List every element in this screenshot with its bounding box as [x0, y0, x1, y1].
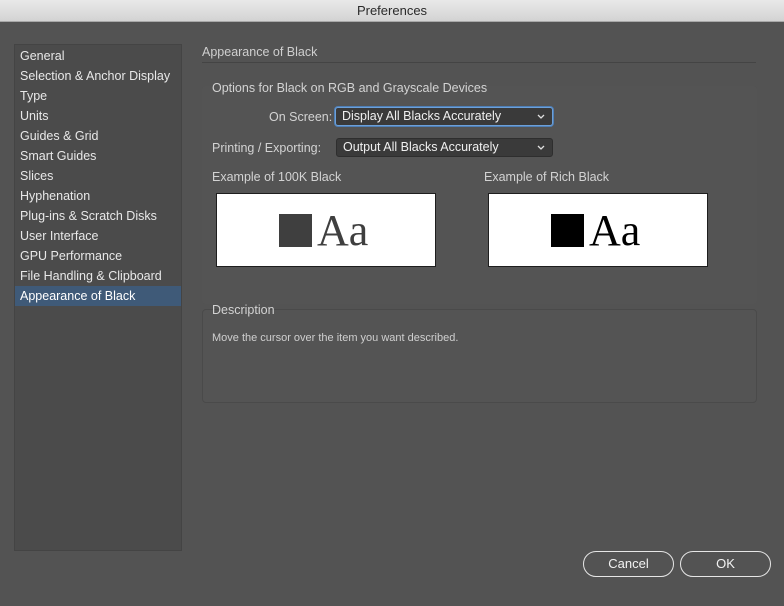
sidebar-item-slices[interactable]: Slices: [15, 166, 181, 186]
description-text: Move the cursor over the item you want d…: [212, 332, 459, 344]
sidebar-item-hyphenation[interactable]: Hyphenation: [15, 186, 181, 206]
black-100k-sample-text: Aa: [317, 206, 369, 255]
sidebar-item-gpu-performance[interactable]: GPU Performance: [15, 246, 181, 266]
sidebar-item-smart-guides[interactable]: Smart Guides: [15, 146, 181, 166]
black-100k-swatch: [279, 214, 312, 247]
sidebar: General Selection & Anchor Display Type …: [14, 44, 182, 551]
description-title: Description: [212, 303, 275, 317]
title-bar: Preferences: [0, 0, 784, 22]
printing-exporting-value: Output All Blacks Accurately: [343, 140, 499, 154]
rich-black-sample-text: Aa: [589, 206, 641, 255]
options-group-title: Options for Black on RGB and Grayscale D…: [212, 81, 488, 95]
section-divider: [202, 62, 756, 63]
section-title: Appearance of Black: [202, 45, 318, 59]
chevron-down-icon: [537, 145, 545, 150]
sidebar-item-plugins-scratch-disks[interactable]: Plug-ins & Scratch Disks: [15, 206, 181, 226]
printing-exporting-label: Printing / Exporting:: [212, 141, 322, 155]
cancel-button[interactable]: Cancel: [583, 551, 674, 577]
sidebar-item-guides-grid[interactable]: Guides & Grid: [15, 126, 181, 146]
on-screen-label: On Screen:: [269, 110, 333, 124]
on-screen-dropdown[interactable]: Display All Blacks Accurately: [335, 107, 553, 126]
sidebar-item-type[interactable]: Type: [15, 86, 181, 106]
on-screen-value: Display All Blacks Accurately: [342, 109, 502, 123]
window-title: Preferences: [356, 3, 428, 18]
rich-black-swatch: [551, 214, 584, 247]
preferences-window: General Selection & Anchor Display Type …: [0, 22, 784, 606]
sidebar-item-appearance-of-black[interactable]: Appearance of Black: [15, 286, 181, 306]
sidebar-item-user-interface[interactable]: User Interface: [15, 226, 181, 246]
sidebar-item-general[interactable]: General: [15, 46, 181, 66]
description-group: [202, 309, 757, 403]
ok-button[interactable]: OK: [680, 551, 771, 577]
sidebar-item-units[interactable]: Units: [15, 106, 181, 126]
example-100k-black-preview: Aa: [216, 193, 436, 267]
example-rich-black-preview: Aa: [488, 193, 708, 267]
printing-exporting-dropdown[interactable]: Output All Blacks Accurately: [336, 138, 553, 157]
example-100k-label: Example of 100K Black: [212, 170, 342, 184]
example-rich-label: Example of Rich Black: [484, 170, 610, 184]
chevron-down-icon: [537, 114, 545, 119]
sidebar-item-selection-anchor-display[interactable]: Selection & Anchor Display: [15, 66, 181, 86]
sidebar-item-file-handling-clipboard[interactable]: File Handling & Clipboard: [15, 266, 181, 286]
